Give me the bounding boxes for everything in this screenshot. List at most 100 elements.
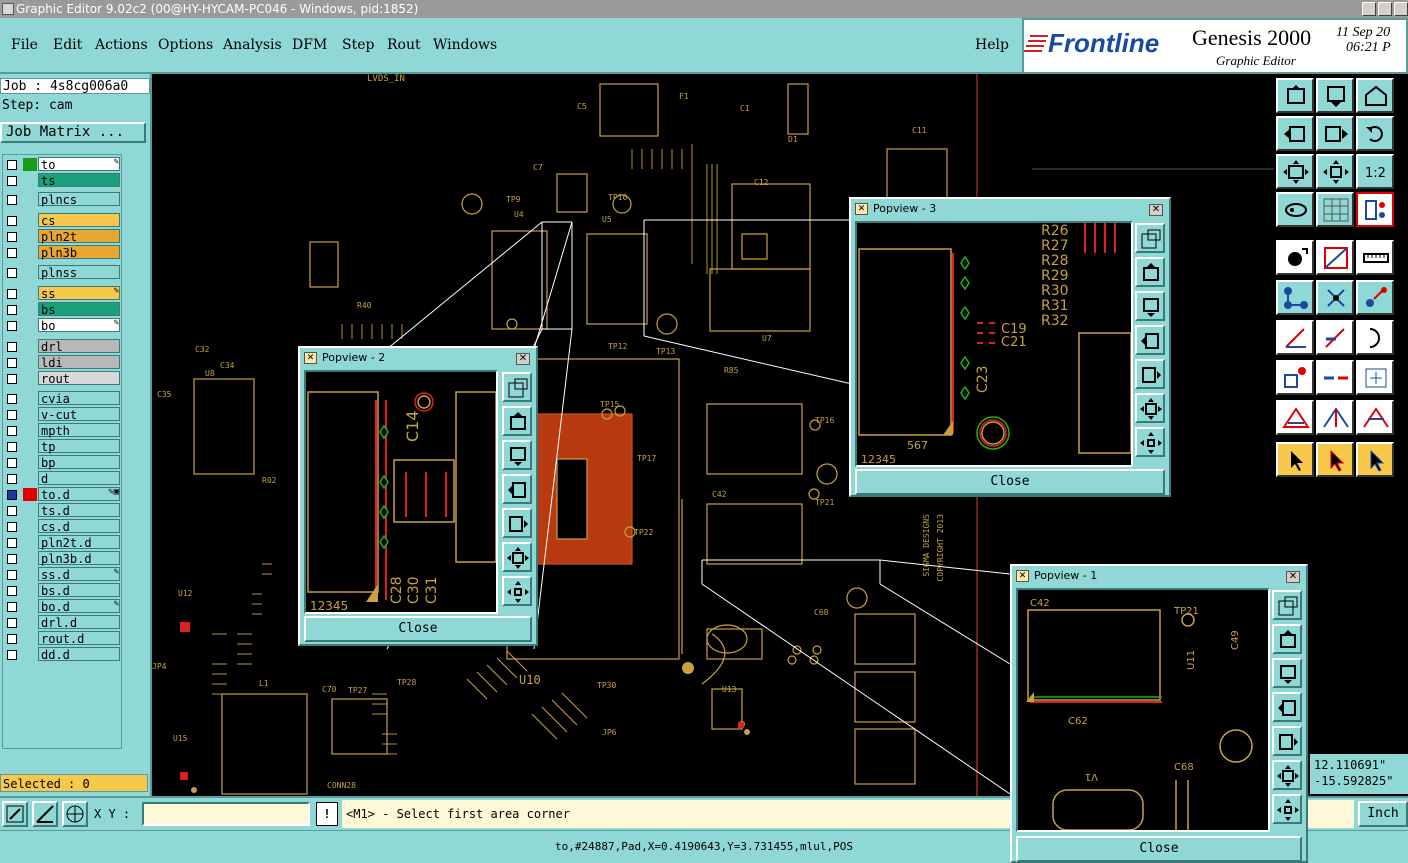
layer-name[interactable]: pln3b <box>38 245 120 260</box>
layer-name[interactable]: pln2t <box>38 229 120 244</box>
popview-1-close-button[interactable]: Close <box>1016 836 1302 862</box>
popview-3-up-tool[interactable] <box>1135 257 1165 287</box>
menu-edit[interactable]: Edit <box>53 37 82 53</box>
layer-row[interactable]: rout.d <box>3 631 123 646</box>
layer-row[interactable]: ss ✎ <box>3 286 123 301</box>
popview-1-center-tool[interactable] <box>1272 794 1302 824</box>
layer-row[interactable]: cs <box>3 213 123 228</box>
tool-zoom-in[interactable] <box>1316 154 1354 189</box>
popview-3-center-tool[interactable] <box>1135 427 1165 457</box>
tool-break[interactable] <box>1316 360 1354 395</box>
tool-move[interactable] <box>1356 280 1394 315</box>
layer-name[interactable]: rout <box>38 371 120 386</box>
layer-checkbox[interactable] <box>7 321 17 331</box>
layer-checkbox[interactable] <box>7 586 17 596</box>
layer-name[interactable]: cs.d <box>38 519 120 534</box>
layer-row[interactable]: plncs <box>3 192 123 207</box>
layer-checkbox[interactable] <box>7 289 17 299</box>
tool-snap[interactable] <box>1356 192 1394 227</box>
layer-checkbox[interactable] <box>7 458 17 468</box>
tool-pan-right[interactable] <box>1316 116 1354 151</box>
layer-name[interactable]: plncs <box>38 192 120 207</box>
layer-name[interactable]: ldi <box>38 355 120 370</box>
xy-input[interactable] <box>142 802 310 826</box>
layer-checkbox[interactable] <box>7 618 17 628</box>
layer-row[interactable]: v-cut <box>3 407 123 422</box>
layer-name[interactable]: pln3b.d <box>38 551 120 566</box>
popview-2-close-icon[interactable]: ✕ <box>516 353 530 365</box>
menu-windows[interactable]: Windows <box>433 37 497 53</box>
tool-pointer[interactable] <box>1276 442 1314 477</box>
popview-3-window[interactable]: ✕ Popview - 3 ✕ R26 R27 R28 R29 R30 R31 … <box>849 197 1171 497</box>
layer-name[interactable]: bo <box>38 318 120 333</box>
layer-checkbox[interactable] <box>7 195 17 205</box>
layer-checkbox[interactable] <box>7 538 17 548</box>
tool-pan-left[interactable] <box>1276 116 1314 151</box>
layer-checkbox[interactable] <box>7 426 17 436</box>
measure-icon[interactable] <box>32 801 58 827</box>
layer-row[interactable]: drl <box>3 339 123 354</box>
layer-name[interactable]: rout.d <box>38 631 120 646</box>
tool-connect[interactable] <box>1276 280 1314 315</box>
popview-3-down-tool[interactable] <box>1135 291 1165 321</box>
popview-3-close-button[interactable]: Close <box>855 469 1165 495</box>
layer-name[interactable]: d <box>38 471 120 486</box>
tool-add-line-2[interactable] <box>1316 320 1354 355</box>
popview-2-center-tool[interactable] <box>502 576 532 606</box>
maximize-button[interactable] <box>1378 2 1392 16</box>
menu-rout[interactable]: Rout <box>387 37 421 53</box>
layer-row[interactable]: bo ✎ <box>3 318 123 333</box>
tool-triangle-a[interactable] <box>1276 400 1314 435</box>
layer-checkbox[interactable] <box>7 442 17 452</box>
popview-2-up-tool[interactable] <box>502 406 532 436</box>
snap-grid-icon[interactable] <box>62 801 88 827</box>
layer-row[interactable]: cs.d <box>3 519 123 534</box>
popview-1-window[interactable]: ✕ Popview - 1 ✕ C42 TP21 C62 C68 V1 C49 … <box>1010 564 1308 863</box>
menu-options[interactable]: Options <box>158 37 213 53</box>
popview-3-view[interactable]: R26 R27 R28 R29 R30 R31 R32 C19 C21 C23 … <box>855 221 1133 467</box>
layer-name[interactable]: plnss <box>38 265 120 280</box>
layer-row[interactable]: bp <box>3 455 123 470</box>
close-window-button[interactable] <box>1394 2 1408 16</box>
menu-analysis[interactable]: Analysis <box>223 37 282 53</box>
layer-row[interactable]: rout <box>3 371 123 386</box>
layer-name[interactable]: drl.d <box>38 615 120 630</box>
popview-3-titlebar[interactable]: ✕ Popview - 3 ✕ <box>853 201 1167 217</box>
layer-name[interactable]: bo.d <box>38 599 120 614</box>
layer-row[interactable]: d <box>3 471 123 486</box>
layer-row[interactable]: pln3b <box>3 245 123 260</box>
tool-add-pad[interactable] <box>1276 240 1314 275</box>
tool-zoom-fit[interactable] <box>1276 154 1314 189</box>
popview-3-zoom-tool[interactable] <box>1135 223 1165 253</box>
layer-name[interactable]: cvia <box>38 391 120 406</box>
layer-checkbox[interactable] <box>7 522 17 532</box>
popview-1-zoom-tool[interactable] <box>1272 590 1302 620</box>
layer-name[interactable]: mpth <box>38 423 120 438</box>
popview-2-left-tool[interactable] <box>502 474 532 504</box>
menu-help[interactable]: Help <box>975 37 1009 53</box>
menu-step[interactable]: Step <box>342 37 374 53</box>
popview-1-close-icon[interactable]: ✕ <box>1286 571 1300 583</box>
layer-row[interactable]: to.d ✎▣ <box>3 487 123 502</box>
menu-actions[interactable]: Actions <box>95 37 148 53</box>
layer-name[interactable]: bp <box>38 455 120 470</box>
layer-row[interactable]: plnss <box>3 265 123 280</box>
alert-icon[interactable]: ! <box>316 802 338 826</box>
popview-1-titlebar[interactable]: ✕ Popview - 1 ✕ <box>1014 568 1304 584</box>
popview-2-right-tool[interactable] <box>502 508 532 538</box>
popview-1-right-tool[interactable] <box>1272 726 1302 756</box>
layer-row[interactable]: ts.d <box>3 503 123 518</box>
layer-checkbox[interactable] <box>7 374 17 384</box>
popview-1-view[interactable]: C42 TP21 C62 C68 V1 C49 U11 <box>1016 588 1270 832</box>
layer-name[interactable]: bs.d <box>38 583 120 598</box>
units-button[interactable]: Inch <box>1358 801 1408 827</box>
layer-checkbox[interactable] <box>7 570 17 580</box>
popview-3-close-icon[interactable]: ✕ <box>1149 204 1163 216</box>
layer-checkbox[interactable] <box>7 268 17 278</box>
layer-row[interactable]: dd.d <box>3 647 123 662</box>
popview-2-view[interactable]: C14 C28 C30 C31 12345 <box>304 370 498 614</box>
layer-checkbox[interactable] <box>7 216 17 226</box>
popview-3-right-tool[interactable] <box>1135 359 1165 389</box>
layer-row[interactable]: tp <box>3 439 123 454</box>
menu-file[interactable]: File <box>11 37 38 53</box>
